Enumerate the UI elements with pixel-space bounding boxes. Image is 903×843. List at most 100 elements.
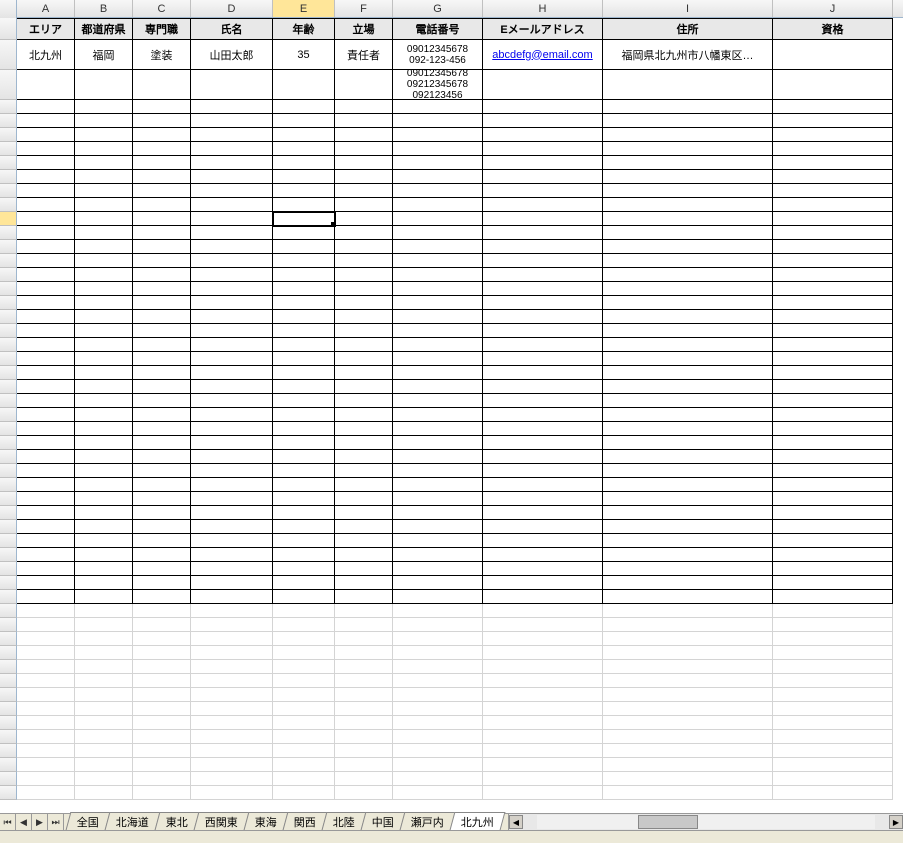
cell[interactable]: [483, 632, 603, 646]
cell[interactable]: [133, 576, 191, 590]
cell[interactable]: [17, 352, 75, 366]
cell[interactable]: [335, 226, 393, 240]
cell[interactable]: [17, 310, 75, 324]
cell[interactable]: [133, 338, 191, 352]
row-header[interactable]: [0, 254, 17, 268]
cell[interactable]: [393, 436, 483, 450]
cell[interactable]: [335, 156, 393, 170]
cell[interactable]: [191, 618, 273, 632]
cell[interactable]: [17, 478, 75, 492]
cell[interactable]: [393, 576, 483, 590]
sheet-tab-北陸[interactable]: 北陸: [322, 812, 367, 830]
cell[interactable]: [191, 520, 273, 534]
cell[interactable]: [773, 128, 893, 142]
cell[interactable]: [773, 338, 893, 352]
cell[interactable]: [75, 772, 133, 786]
cell[interactable]: [133, 408, 191, 422]
cell[interactable]: [773, 464, 893, 478]
row-header[interactable]: [0, 758, 17, 772]
cell[interactable]: [75, 70, 133, 100]
cell[interactable]: [17, 562, 75, 576]
cell[interactable]: [335, 674, 393, 688]
sheet-tab-東北[interactable]: 東北: [155, 812, 200, 830]
cell[interactable]: [133, 646, 191, 660]
cell[interactable]: [191, 100, 273, 114]
cell[interactable]: [75, 198, 133, 212]
cell[interactable]: [17, 240, 75, 254]
cell[interactable]: [75, 702, 133, 716]
cell[interactable]: [335, 660, 393, 674]
sheet-tab-北九州[interactable]: 北九州: [450, 812, 506, 830]
cell[interactable]: [483, 534, 603, 548]
cell[interactable]: [393, 366, 483, 380]
cell[interactable]: [133, 212, 191, 226]
cell[interactable]: [603, 422, 773, 436]
cell[interactable]: 35: [273, 40, 335, 70]
row-header[interactable]: [0, 450, 17, 464]
cell[interactable]: [483, 674, 603, 688]
cell[interactable]: [603, 366, 773, 380]
cell[interactable]: [17, 70, 75, 100]
cell[interactable]: [603, 618, 773, 632]
cell[interactable]: [483, 226, 603, 240]
row-header[interactable]: [0, 590, 17, 604]
cell[interactable]: [75, 282, 133, 296]
cell[interactable]: [133, 548, 191, 562]
cell[interactable]: [335, 632, 393, 646]
cell[interactable]: [133, 464, 191, 478]
row-header[interactable]: [0, 212, 17, 226]
cell[interactable]: [17, 716, 75, 730]
cell[interactable]: [335, 730, 393, 744]
cell[interactable]: [483, 380, 603, 394]
cell[interactable]: [393, 128, 483, 142]
row-header[interactable]: [0, 520, 17, 534]
cell[interactable]: [133, 268, 191, 282]
cell[interactable]: [335, 744, 393, 758]
cell[interactable]: [603, 296, 773, 310]
cell[interactable]: [773, 478, 893, 492]
cell[interactable]: [191, 184, 273, 198]
cell[interactable]: [603, 254, 773, 268]
cell[interactable]: [75, 296, 133, 310]
cell[interactable]: [273, 310, 335, 324]
cell[interactable]: [603, 506, 773, 520]
cell[interactable]: [17, 534, 75, 548]
cell[interactable]: [483, 268, 603, 282]
cell[interactable]: [75, 758, 133, 772]
cell[interactable]: [773, 310, 893, 324]
cell[interactable]: [17, 688, 75, 702]
cell[interactable]: [133, 436, 191, 450]
cell[interactable]: [191, 646, 273, 660]
row-header[interactable]: [0, 534, 17, 548]
cell[interactable]: [191, 730, 273, 744]
cell[interactable]: [603, 534, 773, 548]
cell[interactable]: [191, 352, 273, 366]
cell[interactable]: [393, 450, 483, 464]
cell[interactable]: [393, 142, 483, 156]
cell[interactable]: [133, 786, 191, 800]
cell[interactable]: [191, 576, 273, 590]
row-header[interactable]: [0, 128, 17, 142]
column-header-A[interactable]: A: [17, 0, 75, 17]
cell[interactable]: [75, 716, 133, 730]
cell[interactable]: [75, 632, 133, 646]
cell[interactable]: [133, 184, 191, 198]
cell[interactable]: [133, 324, 191, 338]
cell[interactable]: [393, 296, 483, 310]
cell[interactable]: [335, 422, 393, 436]
cell[interactable]: [75, 184, 133, 198]
cell[interactable]: [603, 758, 773, 772]
cell[interactable]: [335, 310, 393, 324]
cell[interactable]: [393, 170, 483, 184]
cell[interactable]: [273, 660, 335, 674]
cell[interactable]: [335, 408, 393, 422]
cell[interactable]: [335, 716, 393, 730]
cell[interactable]: [773, 450, 893, 464]
cell[interactable]: [483, 660, 603, 674]
cell[interactable]: [273, 492, 335, 506]
row-header[interactable]: [0, 366, 17, 380]
cell[interactable]: [273, 562, 335, 576]
cell[interactable]: [191, 786, 273, 800]
cell[interactable]: [133, 506, 191, 520]
cell[interactable]: [773, 380, 893, 394]
